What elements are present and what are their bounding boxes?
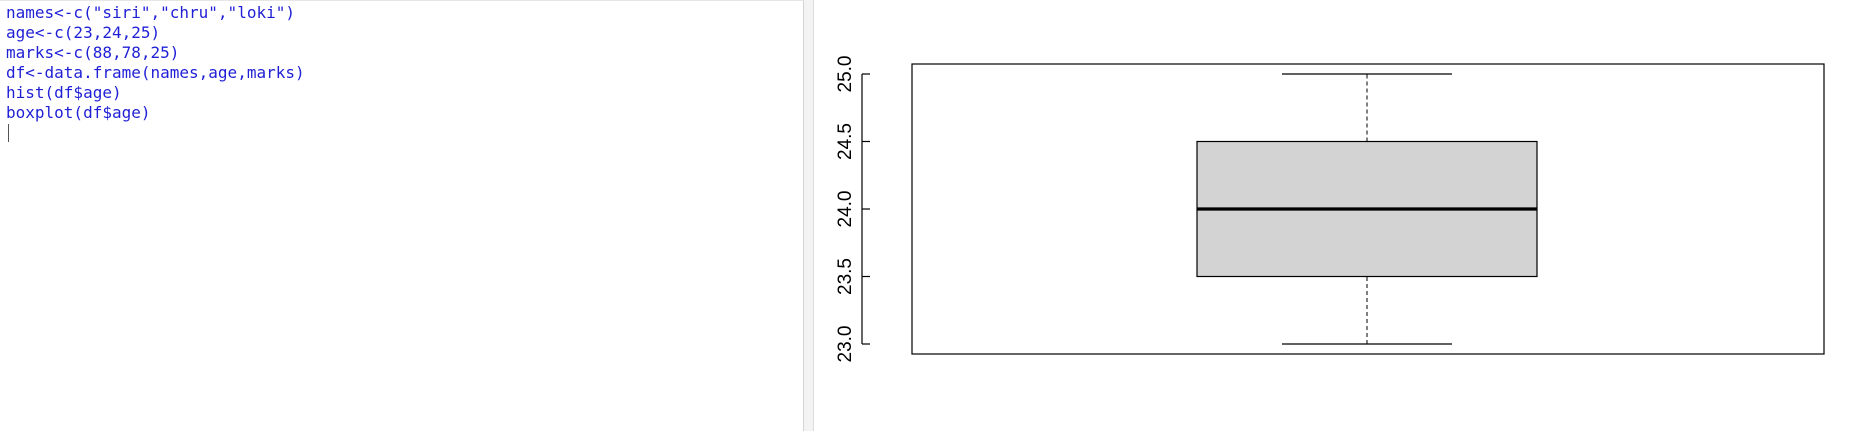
boxplot-chart: 23.0 23.5 24.0 24.5 25.0 [835, 56, 1825, 363]
code-line: df<-data.frame(names,age,marks) [6, 63, 305, 82]
y-tick-label: 23.0 [835, 326, 856, 363]
y-tick-label: 23.5 [835, 258, 856, 295]
code-line: boxplot(df$age) [6, 103, 151, 122]
script-editor[interactable]: names<-c("siri","chru","loki") age<-c(23… [0, 0, 804, 431]
code-area[interactable]: names<-c("siri","chru","loki") age<-c(23… [6, 3, 305, 123]
code-line: names<-c("siri","chru","loki") [6, 3, 295, 22]
code-line: marks<-c(88,78,25) [6, 43, 180, 62]
code-line: age<-c(23,24,25) [6, 23, 161, 42]
pane-splitter[interactable] [804, 0, 814, 431]
text-caret [8, 124, 9, 142]
y-tick-label: 24.0 [835, 191, 856, 228]
code-line: hist(df$age) [6, 83, 122, 102]
y-tick-label: 25.0 [835, 56, 856, 93]
y-tick-label: 24.5 [835, 123, 856, 160]
plot-pane: 23.0 23.5 24.0 24.5 25.0 [814, 0, 1862, 431]
